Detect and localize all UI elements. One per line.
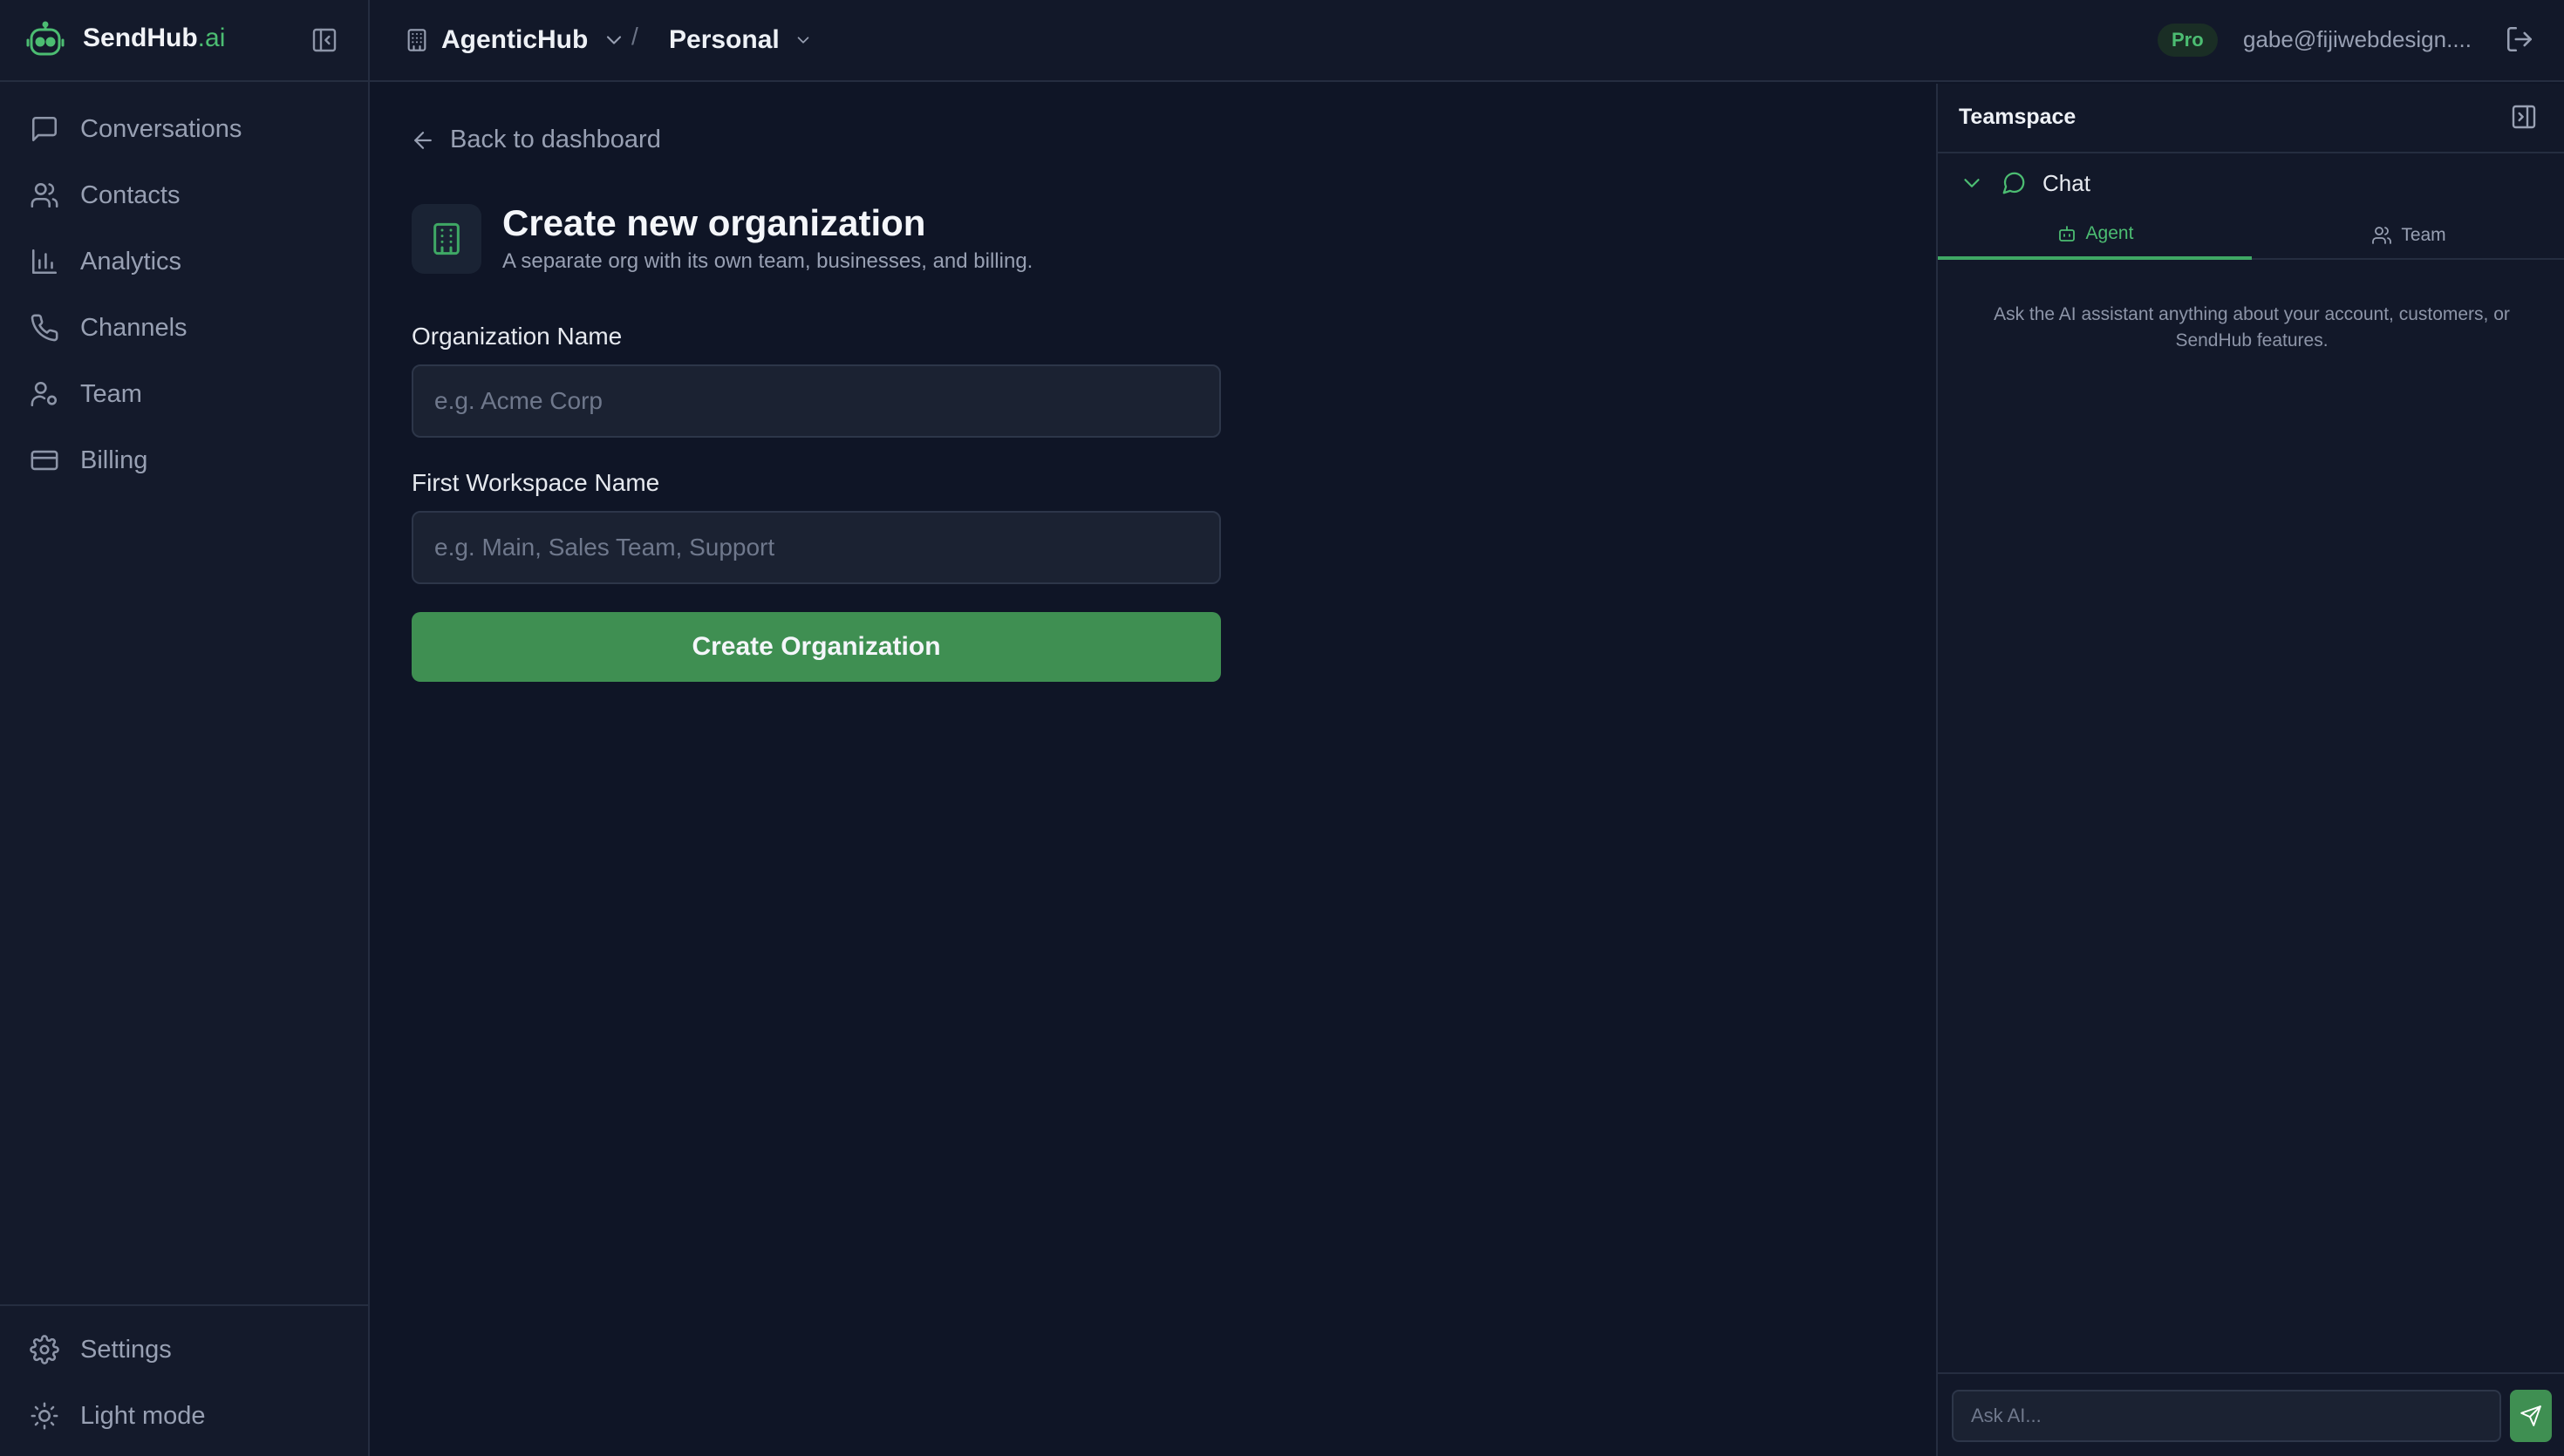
panel-collapse-icon[interactable] (2510, 103, 2538, 131)
tab-team[interactable]: Team (2252, 211, 2564, 260)
chat-label: Chat (2042, 169, 2090, 196)
organization-icon-box (412, 204, 481, 274)
tab-agent[interactable]: Agent (1938, 211, 2252, 260)
gear-icon (30, 1335, 59, 1364)
assistant-hint: Ask the AI assistant anything about your… (1994, 304, 2510, 350)
workspace-name-label: First Workspace Name (412, 469, 660, 496)
back-link-label: Back to dashboard (450, 126, 661, 153)
sidebar-item-settings[interactable]: Settings (0, 1317, 370, 1383)
organization-name-input[interactable] (412, 364, 1221, 438)
message-circle-icon (2001, 170, 2027, 196)
sidebar-item-analytics[interactable]: Analytics (0, 228, 370, 295)
workspace-name: Personal (669, 25, 780, 54)
building-icon (429, 221, 464, 256)
sidebar-item-label: Channels (80, 313, 188, 342)
sidebar-item-light-mode[interactable]: Light mode (0, 1383, 370, 1449)
brand-name-suffix: .ai (197, 24, 226, 52)
logout-icon[interactable] (2505, 24, 2534, 54)
page-title: Create new organization (502, 202, 926, 243)
brand-header: SendHub.ai (0, 0, 370, 82)
workspace-name-input[interactable] (412, 511, 1221, 584)
users-icon (30, 180, 59, 210)
sidebar-item-billing[interactable]: Billing (0, 427, 370, 493)
phone-icon (30, 313, 59, 343)
sidebar-item-label: Contacts (80, 180, 181, 209)
panel-title: Teamspace (1959, 105, 2076, 129)
brand-name[interactable]: SendHub.ai (83, 24, 225, 53)
sidebar-item-label: Team (80, 379, 142, 408)
bar-chart-icon (30, 247, 59, 276)
plan-badge: Pro (2158, 24, 2218, 57)
sidebar: SendHub.ai Conversations Contacts Analyt… (0, 0, 370, 1456)
user-email[interactable]: gabe@fijiwebdesign.... (2243, 26, 2472, 53)
back-to-dashboard-link[interactable]: Back to dashboard (410, 126, 661, 154)
org-switcher[interactable]: AgenticHub (405, 23, 638, 58)
chevron-down-icon (1959, 170, 1985, 196)
user-cog-icon (30, 379, 59, 409)
sidebar-item-label: Conversations (80, 114, 242, 143)
sidebar-item-channels[interactable]: Channels (0, 295, 370, 361)
chevron-down-icon (602, 28, 626, 52)
tab-label: Agent (2085, 223, 2134, 243)
teamspace-panel: Teamspace Chat Agent Team Ask the AI ass… (1936, 84, 2564, 1456)
panel-tabs: Agent Team (1938, 211, 2564, 260)
sidebar-item-label: Settings (80, 1335, 172, 1364)
users-icon (2371, 225, 2392, 246)
tab-label: Team (2401, 225, 2446, 245)
main-content: Back to dashboard Create new organizatio… (370, 84, 1936, 1456)
send-icon (2520, 1405, 2542, 1427)
brand-name-main: SendHub (83, 24, 198, 52)
message-square-icon (30, 114, 59, 144)
panel-header: Teamspace (1938, 84, 2564, 153)
topbar: AgenticHub / Personal Pro gabe@fijiwebde… (370, 0, 2564, 82)
bot-icon (2056, 223, 2077, 244)
arrow-left-icon (410, 127, 436, 153)
breadcrumb-separator: / (631, 23, 638, 50)
sidebar-bottom: Settings Light mode (0, 1304, 370, 1449)
chat-section-toggle[interactable]: Chat (1959, 167, 2090, 199)
chevron-down-icon (794, 31, 813, 50)
building-icon (405, 28, 429, 52)
organization-name-label: Organization Name (412, 323, 623, 350)
sidebar-item-label: Billing (80, 446, 148, 474)
org-name: AgenticHub (441, 25, 589, 54)
robot-logo-icon (26, 21, 65, 59)
sidebar-item-team[interactable]: Team (0, 361, 370, 427)
page-subtitle: A separate org with its own team, busine… (502, 249, 1033, 273)
sidebar-collapse-icon[interactable] (310, 26, 338, 54)
workspace-switcher[interactable]: Personal (669, 23, 813, 58)
create-organization-button[interactable]: Create Organization (412, 612, 1221, 682)
sidebar-item-contacts[interactable]: Contacts (0, 162, 370, 228)
chat-composer (1938, 1372, 2564, 1456)
sidebar-item-label: Analytics (80, 247, 182, 276)
sidebar-nav: Conversations Contacts Analytics Channel… (0, 96, 370, 493)
ask-ai-input[interactable] (1952, 1390, 2501, 1442)
sidebar-item-label: Light mode (80, 1401, 206, 1430)
sidebar-item-conversations[interactable]: Conversations (0, 96, 370, 162)
sun-icon (30, 1401, 59, 1431)
send-button[interactable] (2510, 1390, 2552, 1442)
credit-card-icon (30, 446, 59, 475)
